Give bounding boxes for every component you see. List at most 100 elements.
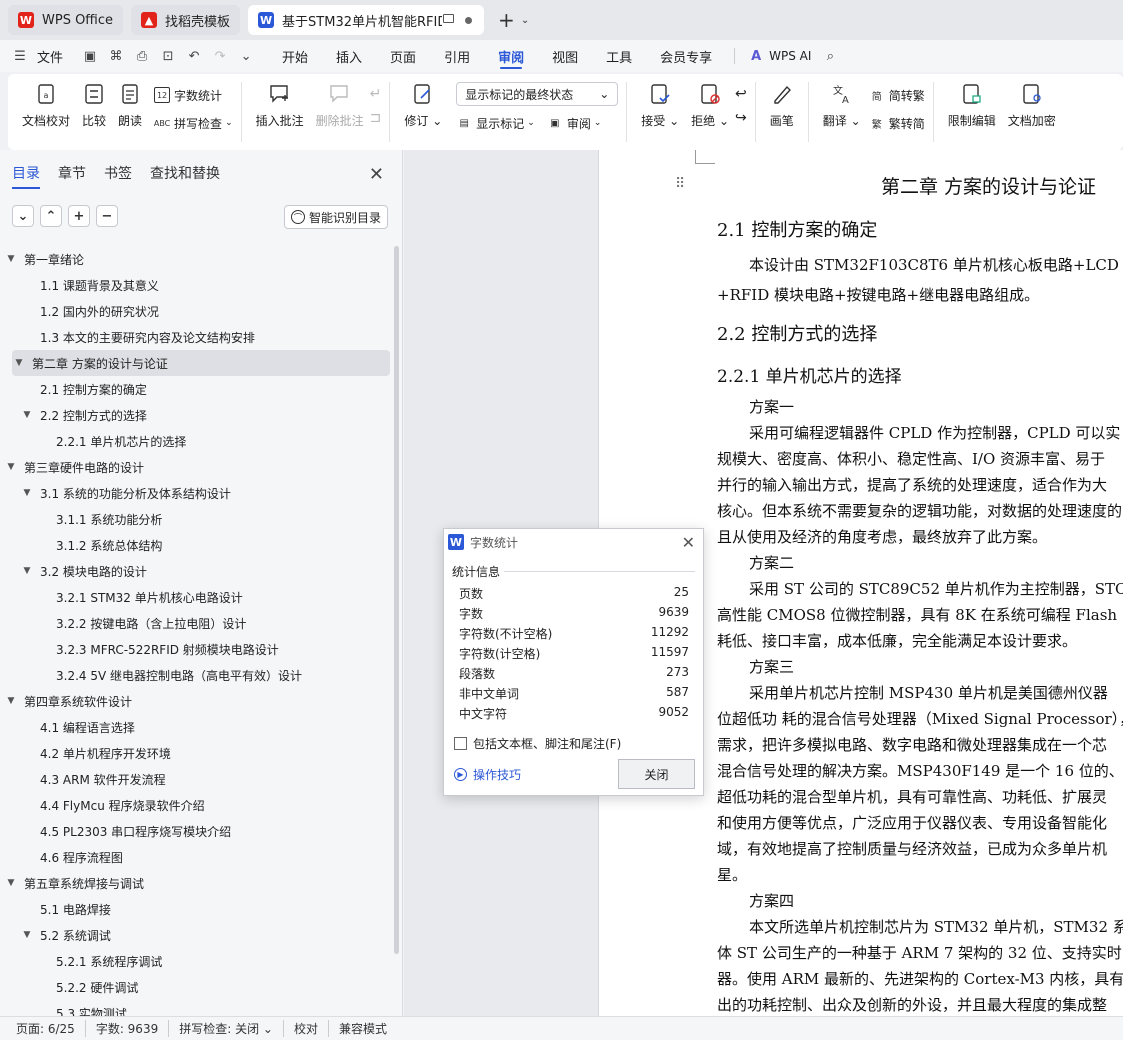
caret-down-icon[interactable]: ▼ xyxy=(20,410,34,420)
caret-down-icon[interactable]: ▼ xyxy=(4,462,18,472)
caret-down-icon[interactable]: ▼ xyxy=(4,254,18,264)
new-tab-icon[interactable]: + xyxy=(498,8,515,32)
toc-item[interactable]: 2.1 控制方案的确定 xyxy=(0,376,395,402)
print-preview-icon[interactable]: ⊡ xyxy=(160,48,176,64)
menu-insert[interactable]: 插入 xyxy=(322,40,376,72)
toc-item[interactable]: 4.3 ARM 软件开发流程 xyxy=(0,766,395,792)
insert-comment-button[interactable]: 插入批注 xyxy=(256,82,304,129)
show-markup-button[interactable]: ▤ 显示标记 ⌄ xyxy=(456,112,535,134)
save-icon[interactable]: ▣ xyxy=(82,48,98,64)
toc-scrollbar[interactable] xyxy=(394,246,399,954)
more-chevron-icon[interactable]: ⌄ xyxy=(238,48,254,64)
reject-button[interactable]: 拒绝 ⌄ xyxy=(691,82,729,129)
toc-item[interactable]: 3.2.1 STM32 单片机核心电路设计 xyxy=(0,584,395,610)
toc-item[interactable]: 3.1.2 系统总体结构 xyxy=(0,532,395,558)
toc-item[interactable]: 4.6 程序流程图 xyxy=(0,844,395,870)
compare-button[interactable]: 比较 xyxy=(82,82,106,129)
hamburger-icon[interactable]: ☰ xyxy=(12,48,28,64)
toc-item[interactable]: 4.2 单片机程序开发环境 xyxy=(0,740,395,766)
read-aloud-button[interactable]: 朗读 xyxy=(118,82,142,129)
toc-item[interactable]: 1.2 国内外的研究状况 xyxy=(0,298,395,324)
next-comment-icon[interactable]: ⊐ xyxy=(370,110,382,134)
toc-item[interactable]: ▼ 3.1 系统的功能分析及体系结构设计 xyxy=(0,480,395,506)
tab-wps-office[interactable]: W WPS Office xyxy=(8,5,124,35)
status-page[interactable]: 页面: 6/25 xyxy=(16,1020,86,1037)
toc-item[interactable]: 5.1 电路焊接 xyxy=(0,896,395,922)
tab-sections[interactable]: 章节 xyxy=(58,163,86,183)
toc-item[interactable]: 3.2.3 MFRC-522RFID 射频模块电路设计 xyxy=(0,636,395,662)
tab-docer[interactable]: ▲ 找稻壳模板 xyxy=(131,5,241,35)
menu-wps-ai[interactable]: WPS AI xyxy=(769,40,817,72)
expand-up-icon[interactable]: ⌃ xyxy=(40,205,62,227)
toc-item[interactable]: 3.2.2 按键电路（含上拉电阻）设计 xyxy=(0,610,395,636)
translate-button[interactable]: 文A 翻译 ⌄ xyxy=(823,82,861,129)
doc-encrypt-button[interactable]: 文档加密 xyxy=(1008,82,1056,129)
tab-toc[interactable]: 目录 xyxy=(12,163,40,189)
spell-check-button[interactable]: ABC 拼写检查 ⌄ xyxy=(154,112,233,134)
smart-toc-button[interactable]: ⌒ 智能识别目录 xyxy=(283,205,388,229)
undo-icon[interactable]: ↶ xyxy=(186,48,202,64)
tips-link[interactable]: ▶ 操作技巧 xyxy=(454,766,521,783)
caret-down-icon[interactable]: ▼ xyxy=(4,696,18,706)
tab-find-replace[interactable]: 查找和替换 xyxy=(150,163,220,183)
pen-button[interactable]: 画笔 xyxy=(770,82,794,129)
word-count-button[interactable]: 12 字数统计 xyxy=(154,84,233,106)
remove-icon[interactable]: − xyxy=(96,205,118,227)
doc-proof-button[interactable]: a 文档校对 xyxy=(22,82,70,129)
close-icon[interactable]: ✕ xyxy=(369,164,384,185)
toc-item[interactable]: ▼ 第二章 方案的设计与论证 xyxy=(12,350,390,376)
toc-item[interactable]: 3.2.4 5V 继电器控制电路（高电平有效）设计 xyxy=(0,662,395,688)
review-pane-button[interactable]: ▣ 审阅 ⌄ xyxy=(547,112,601,134)
status-proof[interactable]: 校对 xyxy=(294,1020,329,1037)
share-icon[interactable]: ⌘ xyxy=(108,48,124,64)
search-icon[interactable]: ⌕ xyxy=(822,48,838,64)
markup-state-select[interactable]: 显示标记的最终状态 ⌄ xyxy=(456,82,619,106)
toc-item[interactable]: ▼ 第四章系统软件设计 xyxy=(0,688,395,714)
caret-down-icon[interactable]: ▼ xyxy=(4,878,18,888)
toc-item[interactable]: 5.3 实物测试 xyxy=(0,1000,395,1017)
menu-review[interactable]: 审阅 xyxy=(484,40,538,72)
toc-item[interactable]: ▼ 第五章系统焊接与调试 xyxy=(0,870,395,896)
to-simplified-button[interactable]: 繁 繁转简 xyxy=(869,112,925,134)
tab-document[interactable]: W 基于STM32单片机智能RFID房 xyxy=(248,5,485,35)
add-icon[interactable]: + xyxy=(68,205,90,227)
monitor-icon[interactable] xyxy=(443,14,455,23)
menu-view[interactable]: 视图 xyxy=(538,40,592,72)
to-traditional-button[interactable]: 简 简转繁 xyxy=(869,84,925,106)
toc-item[interactable]: ▼ 3.2 模块电路的设计 xyxy=(0,558,395,584)
toc-item[interactable]: 1.3 本文的主要研究内容及论文结构安排 xyxy=(0,324,395,350)
toc-item[interactable]: ▼ 5.2 系统调试 xyxy=(0,922,395,948)
toc-item[interactable]: 4.1 编程语言选择 xyxy=(0,714,395,740)
caret-down-icon[interactable]: ▼ xyxy=(20,488,34,498)
checkbox-icon[interactable] xyxy=(454,737,467,750)
restrict-edit-button[interactable]: 限制编辑 xyxy=(948,82,996,129)
menu-start[interactable]: 开始 xyxy=(268,40,322,72)
toc-item[interactable]: ▼ 第三章硬件电路的设计 xyxy=(0,454,395,480)
menu-member[interactable]: 会员专享 xyxy=(646,40,726,72)
toc-item[interactable]: 1.1 课题背景及其意义 xyxy=(0,272,395,298)
redo-icon[interactable]: ↷ xyxy=(212,48,228,64)
toc-item[interactable]: 4.5 PL2303 串口程序烧写模块介绍 xyxy=(0,818,395,844)
toc-item[interactable]: ▼ 第一章绪论 xyxy=(0,246,395,272)
menu-file[interactable]: 文件 xyxy=(33,40,77,72)
caret-down-icon[interactable]: ▼ xyxy=(20,930,34,940)
track-changes-button[interactable]: 修订 ⌄ xyxy=(404,82,442,129)
drag-handle-icon[interactable]: ⠿ xyxy=(675,176,685,192)
toc-item[interactable]: 5.2.1 系统程序调试 xyxy=(0,948,395,974)
toc-item[interactable]: 2.2.1 单片机芯片的选择 xyxy=(0,428,395,454)
status-spell-check[interactable]: 拼写检查: 关闭 ⌄ xyxy=(179,1020,284,1037)
toc-item[interactable]: ▼ 2.2 控制方式的选择 xyxy=(0,402,395,428)
menu-page[interactable]: 页面 xyxy=(376,40,430,72)
print-icon[interactable]: ⎙ xyxy=(134,48,150,64)
caret-down-icon[interactable]: ▼ xyxy=(20,566,34,576)
delete-comment-button[interactable]: 删除批注 xyxy=(316,82,364,129)
chevron-down-icon[interactable]: ⌄ xyxy=(521,15,529,26)
next-change-icon[interactable]: ↪ xyxy=(735,110,747,134)
collapse-down-icon[interactable]: ⌄ xyxy=(12,205,34,227)
prev-change-icon[interactable]: ↩ xyxy=(735,86,747,110)
close-icon[interactable]: ✕ xyxy=(682,533,695,552)
include-textbox-checkbox[interactable]: 包括文本框、脚注和尾注(F) xyxy=(454,735,621,752)
caret-down-icon[interactable]: ▼ xyxy=(12,358,26,368)
status-words[interactable]: 字数: 9639 xyxy=(96,1020,170,1037)
prev-comment-icon[interactable]: ↵ xyxy=(370,86,382,110)
